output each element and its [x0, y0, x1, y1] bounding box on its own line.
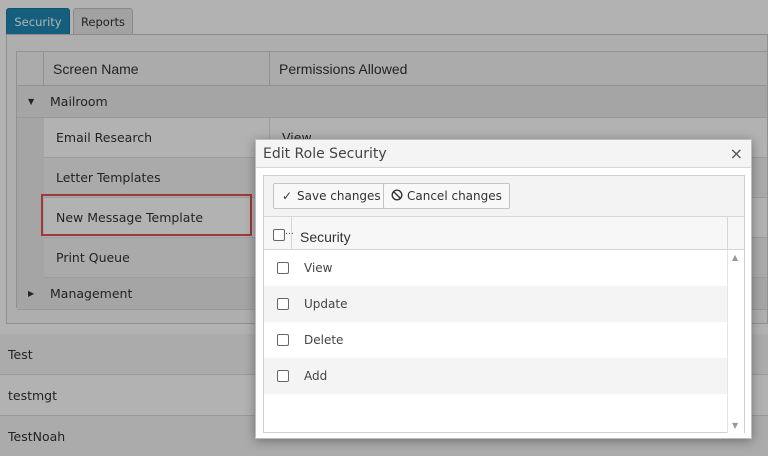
- list-item[interactable]: Update: [264, 286, 728, 322]
- close-icon[interactable]: ×: [730, 140, 743, 168]
- dialog-toolbar: ✓ Save changes Cancel changes: [264, 176, 744, 217]
- cancel-changes-label: Cancel changes: [407, 189, 502, 203]
- option-label: Update: [304, 297, 348, 311]
- select-all-cell: …: [264, 217, 294, 250]
- option-label: Add: [304, 369, 328, 383]
- delete-checkbox[interactable]: [277, 334, 289, 346]
- scroll-down-icon[interactable]: ▼: [732, 421, 738, 430]
- save-changes-label: Save changes: [297, 189, 381, 203]
- update-checkbox[interactable]: [277, 298, 289, 310]
- add-checkbox[interactable]: [277, 370, 289, 382]
- save-changes-button[interactable]: ✓ Save changes: [273, 183, 389, 209]
- list-item[interactable]: Delete: [264, 322, 728, 358]
- checkmark-icon: ✓: [281, 189, 293, 203]
- dialog-body: ✓ Save changes Cancel changes … Security: [263, 175, 745, 433]
- list-item[interactable]: Add: [264, 358, 728, 394]
- ellipsis-icon: …: [285, 227, 294, 237]
- edit-role-security-dialog: Edit Role Security × ✓ Save changes Cance…: [255, 139, 752, 439]
- cancel-changes-button[interactable]: Cancel changes: [383, 183, 510, 209]
- scroll-up-icon[interactable]: ▲: [732, 253, 738, 262]
- cancel-icon: [390, 184, 404, 208]
- view-checkbox[interactable]: [277, 262, 289, 274]
- dialog-titlebar: Edit Role Security ×: [256, 140, 751, 168]
- scrollbar-header-cap: [727, 217, 744, 250]
- select-all-checkbox[interactable]: [273, 229, 285, 241]
- dialog-title: Edit Role Security: [263, 146, 387, 162]
- option-label: View: [304, 261, 333, 275]
- option-label: Delete: [304, 333, 344, 347]
- vertical-scrollbar[interactable]: ▲ ▼: [727, 250, 744, 433]
- security-grid-header: … Security: [264, 217, 744, 250]
- list-item[interactable]: View: [264, 250, 728, 286]
